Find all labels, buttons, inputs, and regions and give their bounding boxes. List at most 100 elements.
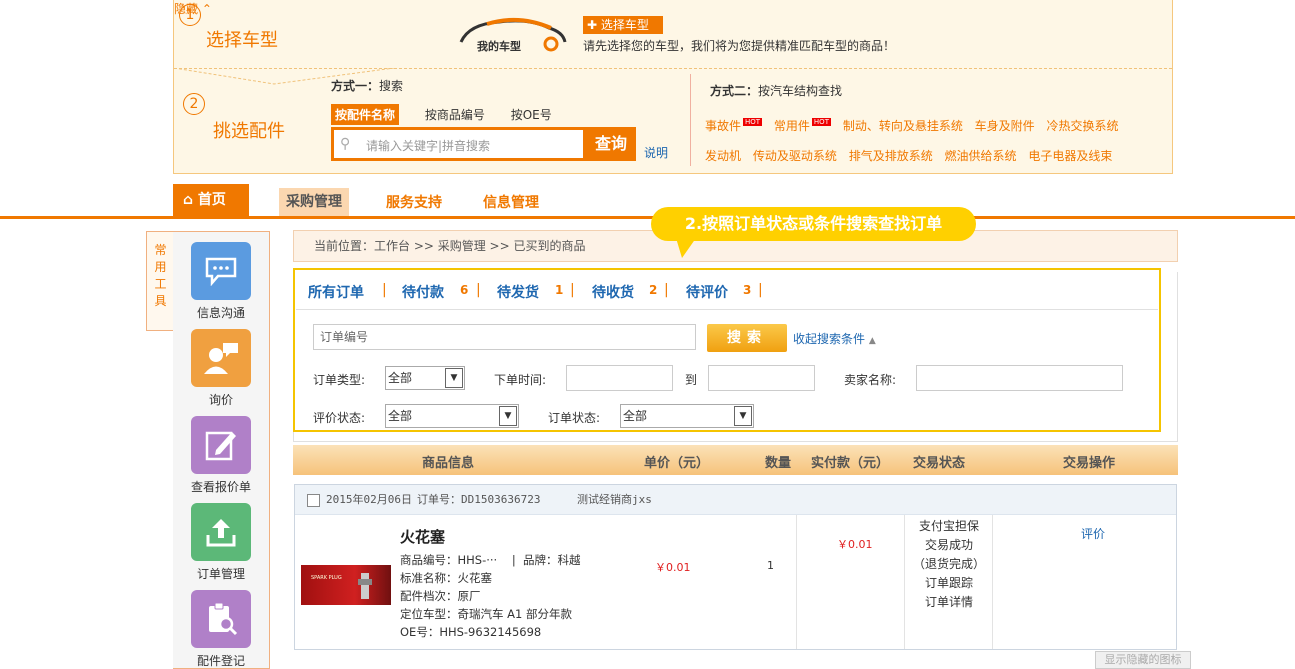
- col-trade-actions: 交易操作: [1063, 456, 1116, 471]
- tool-messaging[interactable]: 信息沟通: [191, 242, 251, 321]
- user-chat-icon: [191, 329, 251, 387]
- my-car-label: 我的车型: [477, 40, 521, 53]
- hot-badge: HOT: [811, 118, 831, 126]
- search-placeholder: 请输入关键字|拼音搜索: [366, 139, 491, 153]
- status-return-complete: （退货完成）: [912, 557, 985, 571]
- step1-title: 选择车型: [206, 30, 278, 51]
- common-tools-tab[interactable]: 常用工具: [146, 231, 174, 331]
- order-seller: 测试经销商jxs: [577, 493, 652, 506]
- search-tabs: 按配件名称 按商品编号 按OE号: [331, 104, 574, 125]
- tab-by-part-name[interactable]: 按配件名称: [331, 104, 400, 125]
- unit-price: ￥0.01: [655, 561, 691, 574]
- order-date: 2015年02月06日: [326, 493, 412, 506]
- tool-order-management-label: 订单管理: [196, 567, 245, 581]
- mode2-label: 方式二：: [710, 84, 759, 98]
- tab-by-oe-no[interactable]: 按OE号: [511, 106, 552, 123]
- mode2-row: 方式二：按汽车结构查找: [710, 82, 842, 99]
- step1-number: 1: [179, 4, 201, 26]
- col-quantity: 数量: [765, 456, 792, 471]
- column-divider: [992, 515, 993, 649]
- product-details: 商品编号：HHS-··· | 品牌：科越 标准名称：火花塞 配件档次：原厂 定位…: [400, 551, 581, 641]
- nav-service-support[interactable]: 服务支持: [386, 192, 442, 212]
- product-oe-number: OE号：HHS-9632145698: [400, 625, 542, 639]
- tool-messaging-label: 信息沟通: [196, 306, 245, 320]
- quantity: 1: [767, 559, 774, 572]
- chat-bubble-icon: [191, 242, 251, 300]
- order-checkbox[interactable]: [307, 494, 320, 507]
- nav-home[interactable]: ⌂ 首页: [173, 184, 249, 216]
- tab-by-product-no[interactable]: 按商品编号: [425, 106, 485, 123]
- cat-heat-exchange[interactable]: 冷热交换系统: [1047, 119, 1119, 133]
- mode1-label: 方式一：: [331, 79, 380, 93]
- col-paid-amount: 实付款（元）: [811, 456, 890, 471]
- order-tracking-link[interactable]: 订单跟踪: [907, 574, 991, 593]
- callout-bubble: 2.按照订单状态或条件搜索查找订单: [651, 207, 976, 241]
- column-divider: [796, 515, 797, 649]
- cat-body[interactable]: 车身及附件: [975, 119, 1035, 133]
- product-code-row: 商品编号：HHS-··· | 品牌：科越: [400, 553, 581, 567]
- part-search-input[interactable]: ⚲ 请输入关键字|拼音搜索: [331, 127, 586, 161]
- tool-inquiry-label: 询价: [208, 393, 233, 407]
- cat-engine[interactable]: 发动机: [705, 149, 741, 163]
- col-trade-status: 交易状态: [913, 456, 966, 471]
- hot-badge: HOT: [743, 118, 763, 126]
- nav-info-management[interactable]: 信息管理: [483, 192, 539, 212]
- select-car-button-label: 选择车型: [600, 18, 649, 32]
- paid-amount: ￥0.01: [837, 538, 873, 551]
- product-name[interactable]: 火花塞: [400, 526, 445, 547]
- home-icon: ⌂: [183, 192, 194, 208]
- nav-underline: [0, 216, 1295, 219]
- review-link[interactable]: 评价: [1081, 525, 1105, 542]
- product-image[interactable]: SPARK PLUG: [301, 565, 391, 605]
- select-car-prompt: 请先选择您的车型，我们将为您提供精准匹配车型的商品！: [583, 39, 896, 53]
- tools-sidebar: 信息沟通 询价 查看报价单 订单管理 配件登记: [173, 231, 270, 669]
- step2-number: 2: [183, 93, 205, 115]
- chevron-up-icon: ⌃: [201, 2, 212, 16]
- cat-transmission[interactable]: 传动及驱动系统: [753, 149, 837, 163]
- col-unit-price: 单价（元）: [644, 456, 710, 471]
- status-escrow: 支付宝担保: [918, 519, 979, 533]
- order-card: 2015年02月06日 订单号：DD1503636723 测试经销商jxs SP…: [294, 484, 1177, 650]
- hide-link[interactable]: 隐藏 ⌃: [174, 0, 1172, 17]
- tool-part-registration[interactable]: 配件登记: [191, 590, 251, 669]
- cat-accident-parts[interactable]: 事故件: [705, 119, 741, 133]
- mode2-value: 按汽车结构查找: [758, 84, 843, 98]
- cat-fuel[interactable]: 燃油供给系统: [945, 149, 1017, 163]
- query-button[interactable]: 查询: [586, 127, 636, 161]
- cat-exhaust[interactable]: 排气及排放系统: [849, 149, 933, 163]
- help-link[interactable]: 说明: [644, 144, 668, 161]
- tool-view-quotes[interactable]: 查看报价单: [191, 416, 251, 495]
- product-grade: 配件档次：原厂: [400, 589, 481, 603]
- tool-view-quotes-label: 查看报价单: [191, 480, 252, 494]
- edit-document-icon: [191, 416, 251, 474]
- car-logo: 我的车型: [459, 14, 569, 54]
- product-code: 商品编号：HHS-···: [400, 553, 498, 567]
- upload-icon: [191, 503, 251, 561]
- mode1-row: 方式一：搜索: [331, 77, 403, 94]
- cat-electrical[interactable]: 电子电器及线束: [1028, 149, 1112, 163]
- category-row-1: 事故件 HOT 常用件 HOT 制动、转向及悬挂系统 车身及附件 冷热交换系统: [705, 117, 1127, 134]
- common-tools-label: 常用工具: [154, 243, 167, 308]
- tool-inquiry[interactable]: 询价: [191, 329, 251, 408]
- car-selector-panel: 1 选择车型 我的车型 ✚ 选择车型 请先选择您的车型，我们将为您提供精准匹配车…: [173, 0, 1173, 174]
- tool-part-registration-label: 配件登记: [196, 654, 245, 668]
- order-table-header: 商品信息 单价（元） 数量 实付款（元） 交易状态 交易操作: [293, 445, 1178, 475]
- nav-purchase-management[interactable]: 采购管理: [279, 188, 349, 216]
- select-car-button[interactable]: ✚ 选择车型: [583, 16, 663, 34]
- step2-title: 挑选配件: [213, 121, 285, 142]
- col-product-info: 商品信息: [422, 456, 475, 471]
- order-card-header: 2015年02月06日 订单号：DD1503636723 测试经销商jxs: [295, 485, 1176, 515]
- show-hidden-icons-tooltip: 显示隐藏的图标: [1095, 651, 1191, 669]
- cat-brake-steering[interactable]: 制动、转向及悬挂系统: [843, 119, 963, 133]
- product-standard-name: 标准名称：火花塞: [400, 571, 492, 585]
- product-brand: 品牌：科越: [523, 553, 581, 567]
- trade-status: 支付宝担保 交易成功 （退货完成） 订单跟踪 订单详情: [907, 517, 991, 612]
- status-success: 交易成功: [924, 538, 973, 552]
- product-car-model: 定位车型：奇瑞汽车 A1 部分年款: [400, 607, 572, 621]
- mode1-value: 搜索: [379, 79, 404, 93]
- vertical-divider: [690, 74, 691, 166]
- cat-common-parts[interactable]: 常用件: [774, 119, 810, 133]
- tool-order-management[interactable]: 订单管理: [191, 503, 251, 582]
- column-divider: [904, 515, 905, 649]
- order-details-link[interactable]: 订单详情: [907, 593, 991, 612]
